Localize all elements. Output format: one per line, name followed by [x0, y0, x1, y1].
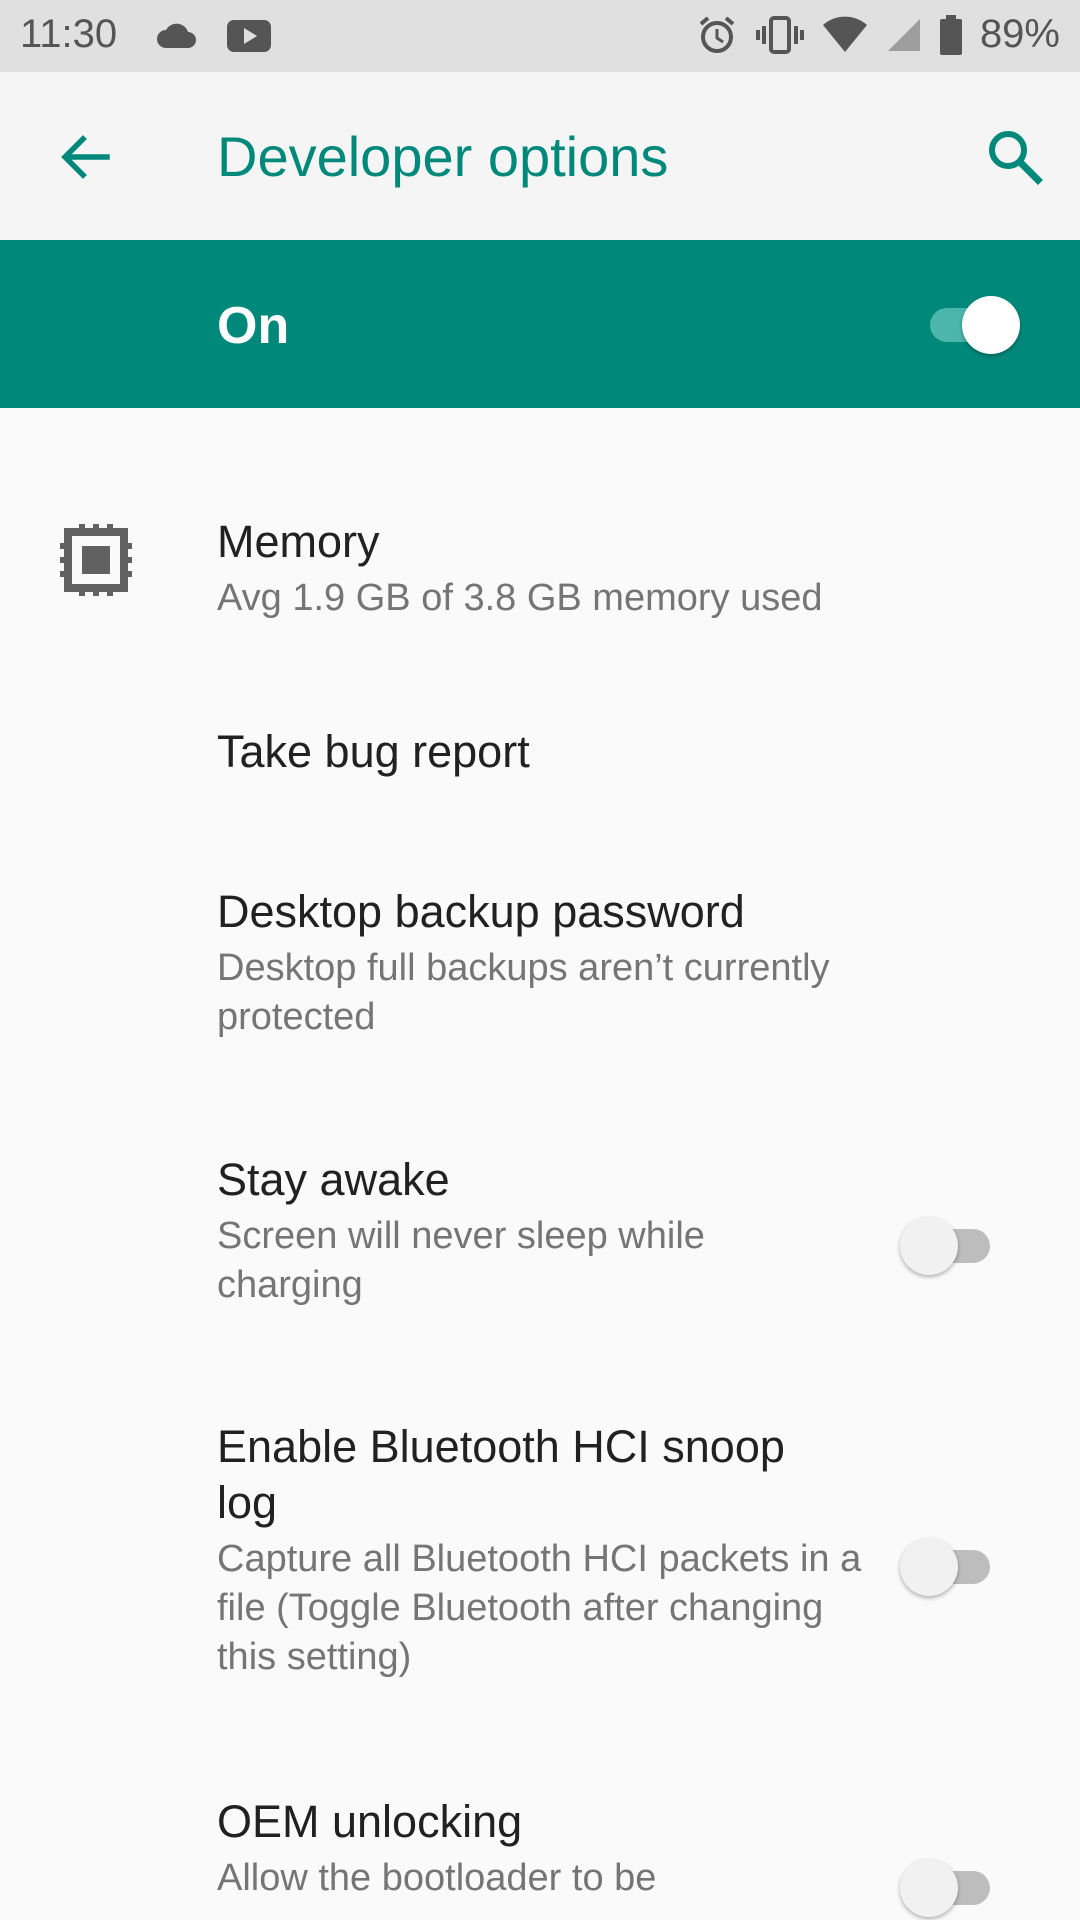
setting-desktop-backup-password[interactable]: Desktop backup password Desktop full bac… — [0, 848, 1080, 1048]
screen: 11:30 89% Developer options On Memory Av… — [0, 0, 1080, 1920]
setting-stay-awake[interactable]: Stay awake Screen will never sleep while… — [0, 1116, 1080, 1316]
setting-title: OEM unlocking — [217, 1796, 523, 1847]
back-button[interactable] — [50, 122, 120, 192]
toggle-thumb — [900, 1217, 958, 1275]
status-system-icons: 89% — [696, 12, 1060, 57]
setting-take-bug-report[interactable]: Take bug report — [0, 688, 1080, 808]
app-bar: Developer options — [0, 72, 1080, 240]
master-switch-toggle[interactable] — [920, 294, 1020, 354]
arrow-back-icon — [61, 135, 110, 179]
toggle-thumb — [900, 1538, 958, 1596]
signal-icon — [887, 18, 920, 51]
youtube-icon — [227, 20, 271, 52]
setting-oem-unlocking[interactable]: OEM unlocking Allow the bootloader to be — [0, 1758, 1080, 1920]
bluetooth-hci-snoop-toggle[interactable] — [900, 1536, 1000, 1596]
stay-awake-toggle[interactable] — [900, 1215, 1000, 1275]
memory-chip-icon — [60, 524, 132, 596]
cloud-icon — [157, 23, 196, 48]
setting-bluetooth-hci-snoop-log[interactable]: Enable Bluetooth HCI snoop log Capture a… — [0, 1383, 1080, 1683]
page-title: Developer options — [217, 125, 669, 188]
alarm-icon — [699, 15, 735, 53]
wifi-icon — [822, 16, 867, 52]
setting-summary: Avg 1.9 GB of 3.8 GB memory used — [217, 577, 823, 619]
battery-icon — [939, 14, 962, 55]
toggle-thumb — [962, 296, 1020, 354]
status-bar: 11:30 89% — [0, 0, 1080, 72]
oem-unlocking-toggle[interactable] — [900, 1857, 1000, 1917]
setting-title: Take bug report — [217, 726, 530, 777]
vibrate-icon — [755, 15, 804, 54]
setting-summary: Allow the bootloader to be — [217, 1857, 657, 1899]
setting-summary: Capture all Bluetooth HCI packets in a f… — [217, 1538, 862, 1678]
toggle-thumb — [900, 1859, 958, 1917]
status-notification-icons — [155, 18, 273, 54]
search-button[interactable] — [978, 120, 1050, 192]
setting-title: Desktop backup password — [217, 886, 745, 937]
battery-percent: 89% — [979, 12, 1060, 56]
master-switch-bar[interactable]: On — [0, 240, 1080, 408]
setting-memory[interactable]: Memory Avg 1.9 GB of 3.8 GB memory used — [0, 478, 1080, 619]
setting-title: Stay awake — [217, 1154, 450, 1205]
setting-title: Enable Bluetooth HCI snoop log — [217, 1421, 785, 1528]
setting-summary: Screen will never sleep while charging — [217, 1215, 705, 1306]
master-switch-label: On — [217, 297, 290, 355]
status-time: 11:30 — [20, 12, 118, 56]
search-icon — [989, 131, 1043, 185]
setting-title: Memory — [217, 516, 380, 567]
setting-summary: Desktop full backups aren’t currently pr… — [217, 947, 830, 1038]
